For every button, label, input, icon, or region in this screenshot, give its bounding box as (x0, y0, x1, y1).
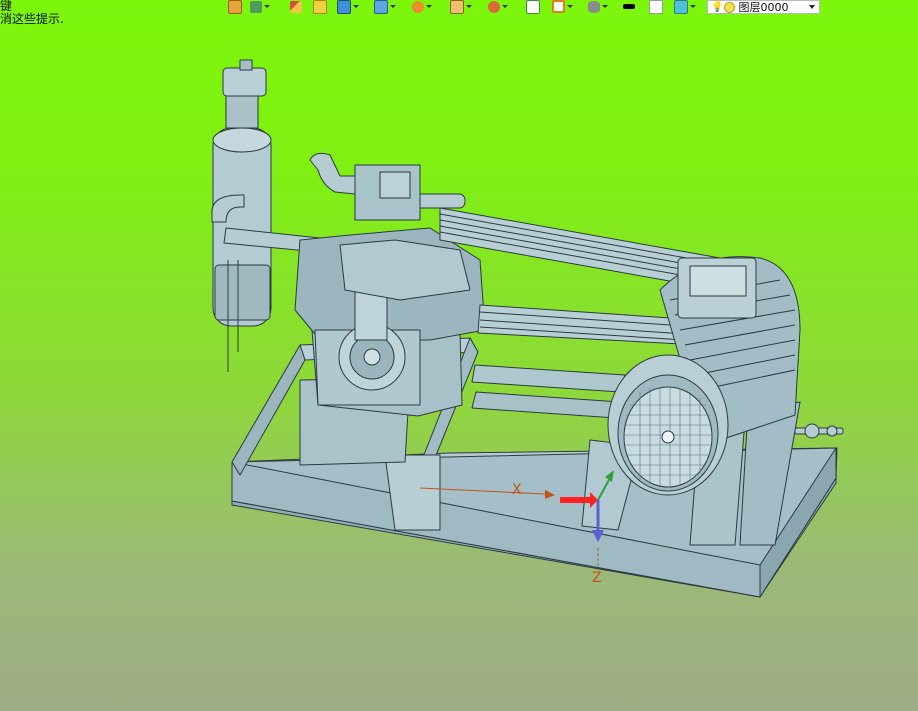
import-icon[interactable] (228, 0, 242, 14)
layer-select-value: 图层0000 (738, 1, 789, 14)
pencil-icon[interactable] (290, 0, 302, 13)
solid-block-icon[interactable] (313, 0, 327, 14)
cube-icon[interactable] (337, 0, 359, 14)
hint-line-1: 键 (0, 0, 13, 13)
3d-viewport[interactable]: X Z 键 消这些提示. 💡 图层0000 (0, 0, 918, 711)
layers-icon[interactable] (674, 0, 696, 14)
white-color-icon[interactable] (649, 0, 663, 14)
z-axis-label: Z (592, 570, 602, 586)
chevron-down-icon[interactable] (809, 5, 815, 9)
compressor-model[interactable] (0, 0, 918, 711)
tensioner-rod[interactable] (794, 423, 844, 439)
layer-select[interactable]: 💡 图层0000 (707, 0, 820, 14)
move-axis-icon[interactable] (488, 0, 508, 13)
display-mode-icon[interactable] (588, 0, 608, 13)
section-icon[interactable] (552, 0, 573, 13)
hint-line-2: 消这些提示. (0, 12, 64, 26)
black-color-icon[interactable] (623, 0, 635, 13)
sun-icon[interactable] (724, 1, 736, 13)
layer-stack-icon[interactable] (250, 0, 270, 13)
lightbulb-icon[interactable]: 💡 (711, 2, 723, 13)
render-wheel-icon[interactable] (412, 0, 432, 13)
picture-frame-icon[interactable] (450, 0, 472, 14)
page-icon[interactable] (526, 0, 540, 14)
x-axis-label: X (512, 482, 522, 498)
box-view-icon[interactable] (374, 0, 396, 14)
